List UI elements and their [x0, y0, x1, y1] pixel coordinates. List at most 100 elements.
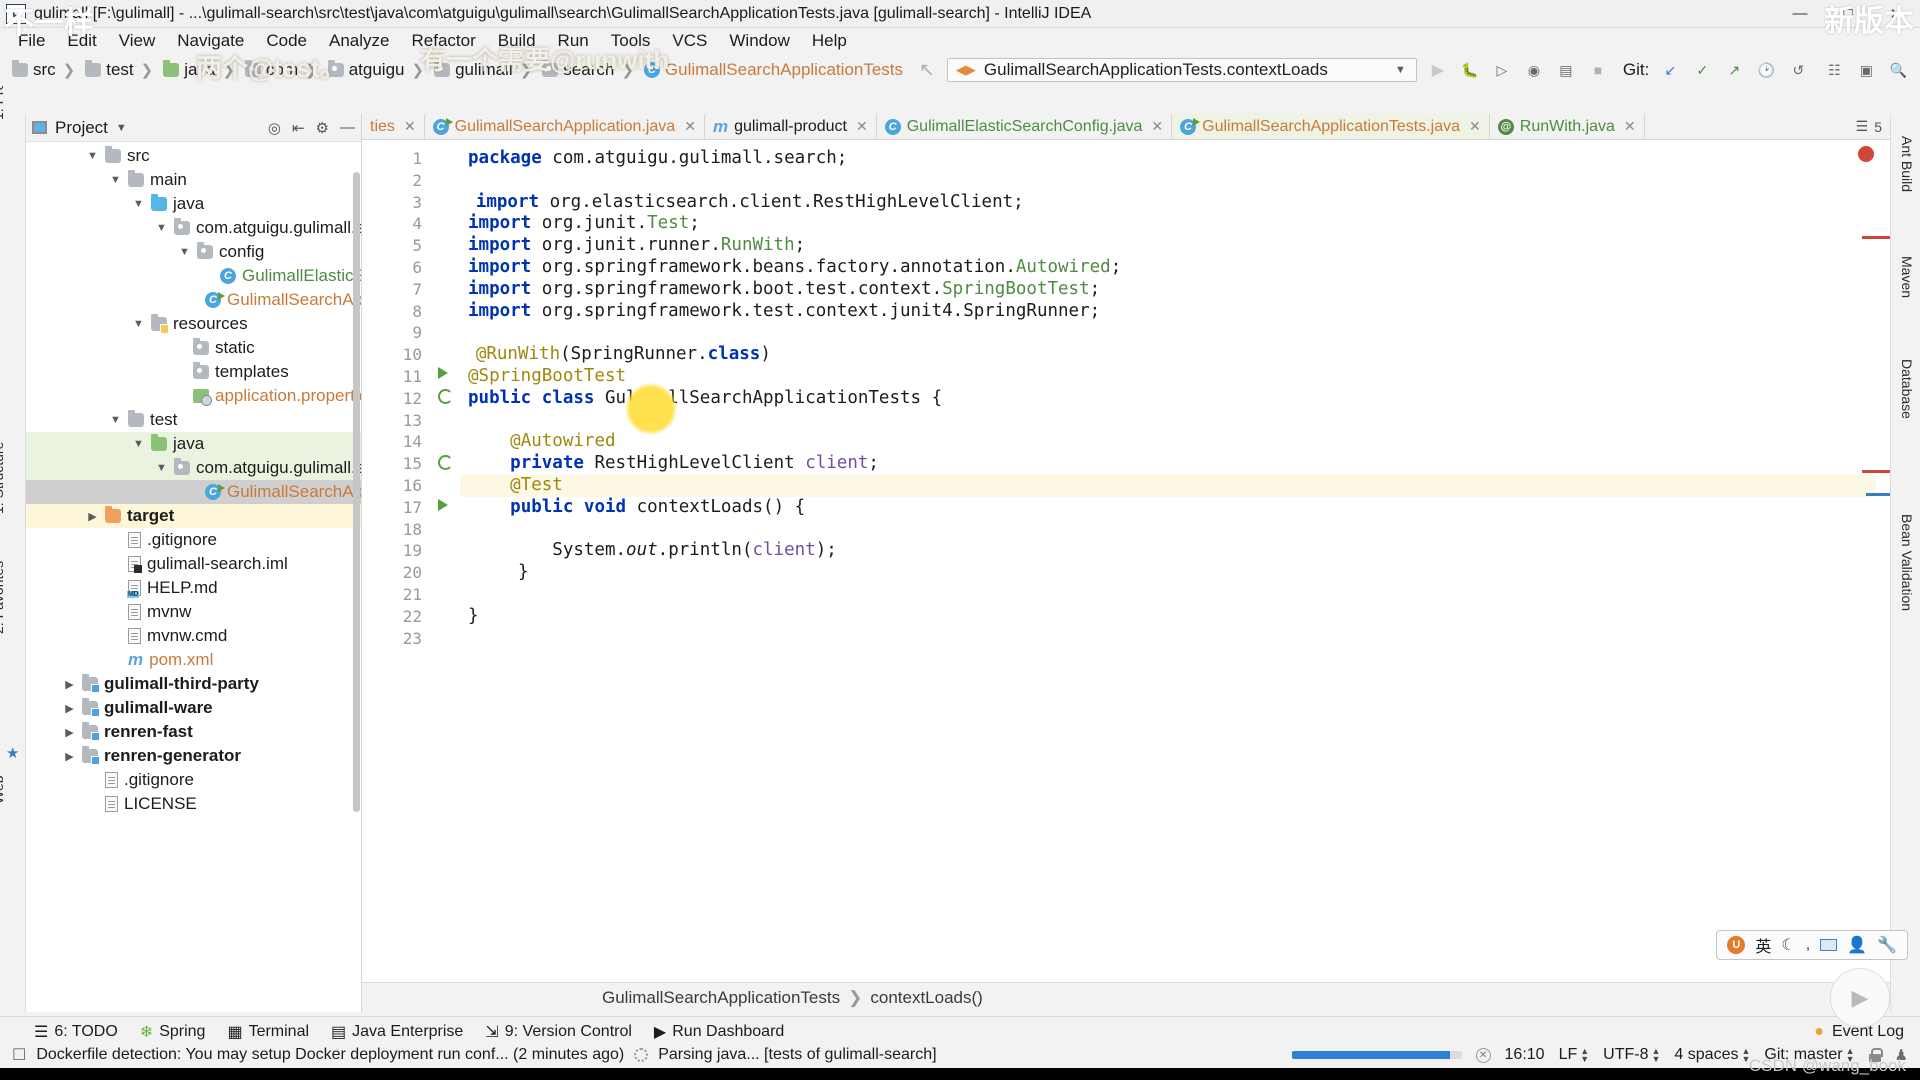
chevron-down-icon[interactable]: ▼	[116, 122, 127, 134]
tree-item-gulimall-search-application-tests[interactable]: ▼ C GulimallSearchApplicationTests	[26, 480, 361, 504]
error-stripe[interactable]	[1862, 470, 1890, 473]
indent-selector[interactable]: 4 spaces ▲ ▼	[1674, 1046, 1750, 1064]
run-coverage-icon[interactable]: ▷	[1491, 59, 1513, 81]
menu-window[interactable]: Window	[719, 29, 799, 53]
close-icon[interactable]: ✕	[1151, 118, 1163, 135]
gear-icon[interactable]: ⚙	[316, 119, 329, 137]
editor-tab-runwith[interactable]: @ RunWith.java ✕	[1489, 114, 1645, 139]
debug-icon[interactable]: 🐛	[1459, 59, 1481, 81]
git-update-icon[interactable]: ↙	[1659, 59, 1681, 81]
run-configuration-selector[interactable]: ◀▶ GulimallSearchApplicationTests.contex…	[946, 58, 1417, 82]
tree-item-mvnw[interactable]: ▼ mvnw	[26, 600, 361, 624]
close-icon[interactable]: ✕	[1469, 118, 1481, 135]
editor-tab-gulimall-search-application[interactable]: C GulimallSearchApplication.java ✕	[424, 114, 705, 139]
tree-item-renren-fast[interactable]: ▶ renren-fast	[26, 720, 361, 744]
tool-window-structure[interactable]: 1: Structure	[0, 442, 6, 514]
undo-icon[interactable]: ↺	[1787, 59, 1809, 81]
tree-item-gulimall-third-party[interactable]: ▶ gulimall-third-party	[26, 672, 361, 696]
bottom-item-spring[interactable]: ❄ Spring	[140, 1022, 206, 1042]
close-icon[interactable]: ✕	[1624, 118, 1636, 135]
breadcrumb-test[interactable]: test ❯	[81, 60, 159, 80]
tree-item-main[interactable]: ▼ main	[26, 168, 361, 192]
editor-tab-gulimall-elastic-search-config[interactable]: C GulimallElasticSearchConfig.java ✕	[876, 114, 1173, 139]
tool-window-ant-build[interactable]: Ant Build	[1899, 136, 1915, 192]
project-tree[interactable]: ▼ src ▼ main ▼ java ▼ com.atguigu.gulima…	[26, 142, 361, 1012]
tree-item-main-package[interactable]: ▼ com.atguigu.gulimall.se	[26, 216, 361, 240]
tool-window-maven[interactable]: Maven	[1899, 256, 1915, 298]
footer-breadcrumb-method[interactable]: contextLoads()	[870, 988, 982, 1008]
back-arrow-icon[interactable]: ↖	[907, 59, 947, 82]
ime-mode-label[interactable]: 英	[1755, 933, 1771, 957]
ime-toolbar[interactable]: U 英 ☾ , 👤 🔧	[1716, 930, 1908, 960]
chevron-down-icon[interactable]: ▼	[86, 150, 99, 162]
chevron-right-icon[interactable]: ▶	[86, 510, 99, 523]
comma-icon[interactable]: ,	[1806, 936, 1810, 954]
close-icon[interactable]: ✕	[856, 118, 868, 135]
tool-window-bean-validation[interactable]: Bean Validation	[1899, 514, 1915, 611]
layout-icon[interactable]: ▣	[1855, 59, 1877, 81]
tree-item-gulimall-search-application[interactable]: ▼ C GulimallSearchAppl	[26, 288, 361, 312]
locate-file-icon[interactable]: ◎	[268, 119, 281, 137]
editor-tab-gulimall-product[interactable]: m gulimall-product ✕	[704, 114, 877, 139]
tools-icon[interactable]: 🔧	[1877, 935, 1897, 955]
settings-sync-icon[interactable]: ☷	[1823, 59, 1845, 81]
tree-item-gulimall-ware[interactable]: ▶ gulimall-ware	[26, 696, 361, 720]
chevron-right-icon[interactable]: ▶	[63, 750, 76, 763]
tree-item-src[interactable]: ▼ src	[26, 144, 361, 168]
rerun-icon[interactable]	[438, 389, 453, 404]
warning-stripe[interactable]	[1862, 236, 1890, 239]
tool-window-database[interactable]: Database	[1899, 359, 1915, 419]
breadcrumb-java[interactable]: java ❯	[159, 60, 241, 80]
hide-panel-icon[interactable]: —	[340, 119, 355, 136]
git-push-icon[interactable]: ↗	[1723, 59, 1745, 81]
tree-item-help-md[interactable]: ▼ HELP.md	[26, 576, 361, 600]
favorites-star-icon[interactable]: ★	[6, 744, 19, 762]
code-text[interactable]: package com.atguigu.gulimall.search; ▾im…	[460, 140, 1890, 982]
run-icon[interactable]: ▶	[1427, 59, 1449, 81]
tree-item-test[interactable]: ▼ test	[26, 408, 361, 432]
chevron-down-icon[interactable]: ▼	[109, 414, 122, 426]
tool-window-favorites[interactable]: 2: Favorites	[0, 561, 6, 634]
stop-icon[interactable]: ■	[1587, 59, 1609, 81]
keyboard-icon[interactable]	[1820, 939, 1838, 951]
caret-position[interactable]: 16:10	[1505, 1046, 1545, 1064]
encoding-selector[interactable]: UTF-8 ▲ ▼	[1603, 1046, 1660, 1064]
chevron-down-icon[interactable]: ▼	[132, 438, 145, 450]
tree-item-license[interactable]: ▼ LICENSE	[26, 792, 361, 816]
editor-tab-overflow[interactable]: ☰ 5	[1848, 114, 1890, 139]
breadcrumb-search[interactable]: search ❯	[538, 60, 640, 80]
chevron-down-icon[interactable]: ▼	[178, 246, 191, 258]
bottom-item-terminal[interactable]: ▦ Terminal	[227, 1022, 309, 1042]
editor-tab-gulimall-search-application-tests[interactable]: C GulimallSearchApplicationTests.java ✕	[1172, 114, 1490, 139]
tree-item-renren-generator[interactable]: ▶ renren-generator	[26, 744, 361, 768]
tree-item-gitignore-root[interactable]: ▼ .gitignore	[26, 768, 361, 792]
cancel-task-icon[interactable]: ✕	[1475, 1047, 1491, 1063]
menu-code[interactable]: Code	[256, 29, 317, 53]
breadcrumb-gulimall[interactable]: gulimall ❯	[430, 60, 538, 80]
run-test-method-icon[interactable]	[438, 499, 453, 514]
menu-help[interactable]: Help	[802, 29, 857, 53]
moon-icon[interactable]: ☾	[1781, 935, 1795, 955]
notification-icon[interactable]: ☐	[12, 1045, 26, 1065]
breadcrumb-src[interactable]: src ❯	[8, 60, 81, 80]
tree-item-pom-xml[interactable]: ▼ m pom.xml	[26, 648, 361, 672]
git-commit-icon[interactable]: ✓	[1691, 59, 1713, 81]
bottom-item-version-control[interactable]: ⇲ 9: Version Control	[485, 1022, 632, 1042]
menu-view[interactable]: View	[109, 29, 166, 53]
close-icon[interactable]: ✕	[404, 118, 416, 135]
menu-build[interactable]: Build	[488, 29, 546, 53]
tree-item-mvnw-cmd[interactable]: ▼ mvnw.cmd	[26, 624, 361, 648]
search-everywhere-icon[interactable]: 🔍	[1887, 59, 1909, 81]
error-count-badge[interactable]	[1858, 146, 1874, 162]
menu-vcs[interactable]: VCS	[662, 29, 717, 53]
maximize-button[interactable]: □	[1824, 0, 1872, 28]
menu-analyze[interactable]: Analyze	[319, 29, 399, 53]
close-button[interactable]: ✕	[1872, 0, 1920, 28]
editor-tab-application-properties[interactable]: ties ✕	[362, 114, 425, 139]
chevron-right-icon[interactable]: ▶	[63, 678, 76, 691]
editor-scrollbar[interactable]	[1858, 140, 1890, 982]
chevron-down-icon[interactable]: ▼	[155, 462, 168, 474]
close-icon[interactable]: ✕	[684, 118, 696, 135]
footer-breadcrumb-class[interactable]: GulimallSearchApplicationTests	[602, 988, 840, 1008]
chevron-down-icon[interactable]: ▼	[109, 174, 122, 186]
